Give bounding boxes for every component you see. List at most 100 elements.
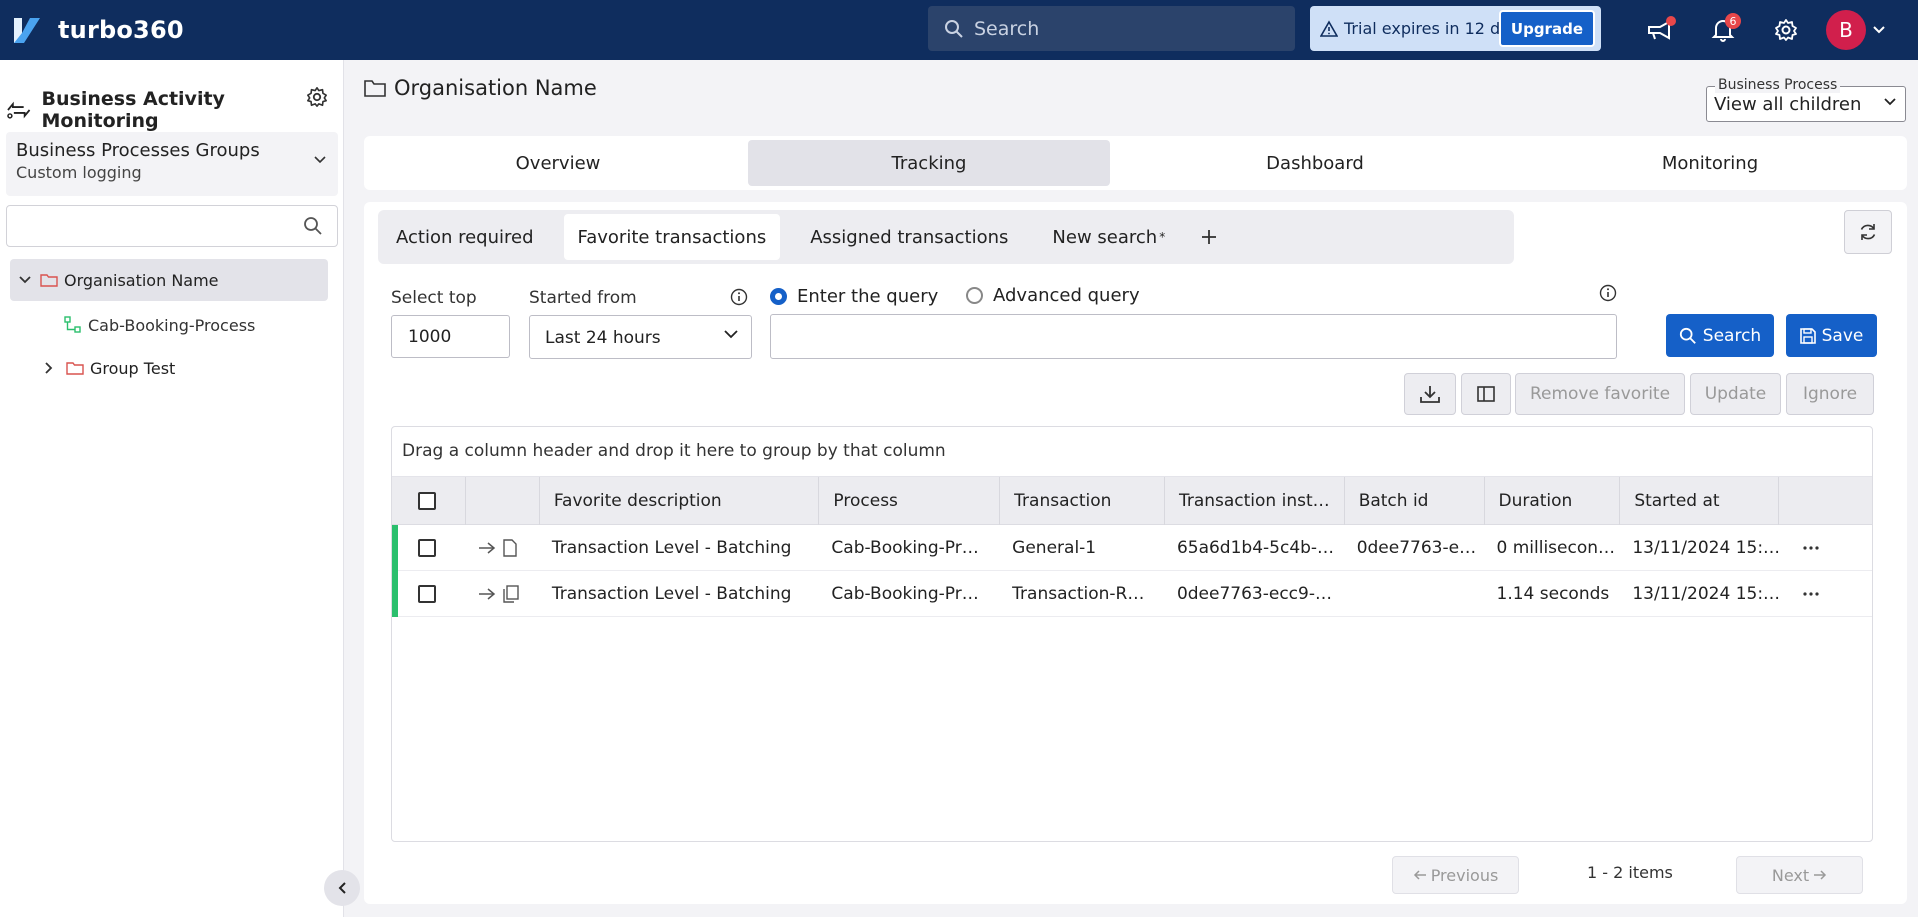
save-button[interactable]: Save xyxy=(1786,314,1877,357)
header-actions xyxy=(466,476,540,525)
next-page-button[interactable]: Next xyxy=(1736,856,1863,894)
cell-description: Transaction Level - Batching xyxy=(551,583,792,604)
download-icon xyxy=(1420,386,1440,403)
sub-tabs: Action required Favorite transactions As… xyxy=(378,210,1514,264)
chevron-down-icon xyxy=(1884,98,1896,106)
row-menu-button[interactable] xyxy=(1779,571,1872,617)
cell-process: Cab-Booking-Pr… xyxy=(831,583,979,604)
copy-icon[interactable] xyxy=(502,584,520,603)
folder-icon xyxy=(364,80,386,97)
row-checkbox-cell[interactable] xyxy=(392,525,466,571)
search-button[interactable]: Search xyxy=(1666,314,1774,357)
started-from-select[interactable]: Last 24 hours xyxy=(529,315,752,359)
refresh-button[interactable] xyxy=(1844,210,1892,254)
info-icon[interactable] xyxy=(730,288,748,306)
remove-favorite-button[interactable]: Remove favorite xyxy=(1515,373,1685,415)
table-row[interactable]: Transaction Level - Batching Cab-Booking… xyxy=(392,571,1872,617)
chevron-down-icon xyxy=(19,276,31,284)
group-by-drop-area[interactable]: Drag a column header and drop it here to… xyxy=(392,427,1872,477)
table-row[interactable]: Transaction Level - Batching Cab-Booking… xyxy=(392,525,1872,571)
subtab-action-required[interactable]: Action required xyxy=(382,214,548,260)
select-top-input[interactable]: 1000 xyxy=(391,315,510,358)
business-process-groups-dropdown[interactable]: Business Processes Groups Custom logging xyxy=(6,132,338,196)
select-all-checkbox[interactable] xyxy=(418,491,436,510)
row-checkbox-cell[interactable] xyxy=(392,571,466,617)
radio-advanced-query[interactable]: Advanced query xyxy=(966,285,1140,306)
gear-icon xyxy=(307,87,327,107)
search-icon xyxy=(1679,327,1696,344)
gear-icon xyxy=(1775,19,1797,41)
sidebar-settings-button[interactable] xyxy=(306,86,328,113)
subtab-favorite-transactions[interactable]: Favorite transactions xyxy=(563,214,781,260)
cell-started-at: 13/11/2024 15:… xyxy=(1632,583,1780,604)
header-duration[interactable]: Duration xyxy=(1485,476,1621,525)
download-button[interactable] xyxy=(1404,373,1456,415)
cell-transaction-instance: 0dee7763-ecc9-… xyxy=(1176,583,1332,604)
plus-icon xyxy=(1202,230,1217,244)
business-process-select[interactable]: Business Process View all children xyxy=(1706,77,1906,122)
cell-duration: 0 millisecon… xyxy=(1496,537,1616,558)
columns-icon xyxy=(1477,386,1495,402)
subtab-assigned-transactions[interactable]: Assigned transactions xyxy=(796,214,1022,260)
row-menu-button[interactable] xyxy=(1779,525,1872,571)
announcement-dot xyxy=(1666,16,1676,26)
query-input[interactable] xyxy=(770,314,1617,359)
refresh-icon xyxy=(1860,224,1876,240)
tab-overview[interactable]: Overview xyxy=(368,140,748,186)
chevron-left-icon xyxy=(338,882,346,894)
chevron-down-icon xyxy=(724,330,738,339)
info-icon[interactable] xyxy=(1599,284,1617,302)
brand-logo[interactable]: turbo360 xyxy=(12,15,184,45)
chevron-down-icon xyxy=(1873,26,1885,34)
document-icon[interactable] xyxy=(502,538,518,557)
arrow-right-icon[interactable] xyxy=(478,587,496,601)
row-checkbox[interactable] xyxy=(418,584,436,603)
arrow-right-icon[interactable] xyxy=(478,541,496,555)
next-label: Next xyxy=(1771,865,1810,885)
process-icon xyxy=(64,316,81,333)
search-icon xyxy=(304,217,322,235)
column-chooser-button[interactable] xyxy=(1461,373,1511,415)
header-favorite-description[interactable]: Favorite description xyxy=(540,476,820,525)
select-all-checkbox-cell[interactable] xyxy=(392,476,466,525)
row-checkbox[interactable] xyxy=(418,538,436,557)
header-started-at[interactable]: Started at xyxy=(1620,476,1780,525)
tab-monitoring[interactable]: Monitoring xyxy=(1520,140,1900,186)
subtab-new-search[interactable]: New search * xyxy=(1038,214,1179,260)
select-top-label: Select top xyxy=(391,288,477,308)
settings-button[interactable] xyxy=(1766,10,1806,50)
tree-item-group-test[interactable]: Group Test xyxy=(44,353,175,383)
update-button[interactable]: Update xyxy=(1690,373,1781,415)
header-process[interactable]: Process xyxy=(819,476,1001,525)
more-horizontal-icon xyxy=(1803,591,1819,596)
chevron-right-icon xyxy=(45,362,53,374)
grid-header: Favorite description Process Transaction… xyxy=(392,476,1872,525)
started-from-label: Started from xyxy=(529,288,637,308)
page-title: Organisation Name xyxy=(364,76,597,100)
tab-tracking[interactable]: Tracking xyxy=(748,140,1110,186)
previous-page-button[interactable]: Previous xyxy=(1392,856,1519,894)
tree-item-cab-booking[interactable]: Cab-Booking-Process xyxy=(64,310,255,340)
tab-dashboard[interactable]: Dashboard xyxy=(1110,140,1520,186)
header-transaction-instance[interactable]: Transaction inst… xyxy=(1165,476,1345,525)
header-transaction[interactable]: Transaction xyxy=(1000,476,1165,525)
user-menu[interactable]: B xyxy=(1826,10,1886,50)
search-placeholder: Search xyxy=(974,17,1040,40)
header-batch-id[interactable]: Batch id xyxy=(1345,476,1485,525)
notifications-button[interactable]: 6 xyxy=(1703,10,1743,50)
radio-selected-indicator xyxy=(770,288,787,305)
tree-search-input[interactable] xyxy=(6,205,338,247)
radio-enter-query[interactable]: Enter the query xyxy=(770,286,938,307)
arrow-left-icon xyxy=(1413,870,1426,880)
ignore-button[interactable]: Ignore xyxy=(1786,373,1874,415)
save-icon xyxy=(1799,327,1816,344)
tree-item-organisation[interactable]: Organisation Name xyxy=(10,259,328,301)
collapse-sidebar-button[interactable] xyxy=(324,870,360,906)
subtab-label: New search xyxy=(1052,226,1158,248)
announcements-button[interactable] xyxy=(1640,10,1680,50)
global-search-input[interactable]: Search xyxy=(928,6,1295,51)
pagination-info: 1 - 2 items xyxy=(1587,863,1673,882)
upgrade-button[interactable]: Upgrade xyxy=(1498,10,1595,47)
add-tab-button[interactable] xyxy=(1201,223,1217,251)
tree-item-label: Cab-Booking-Process xyxy=(88,315,256,335)
